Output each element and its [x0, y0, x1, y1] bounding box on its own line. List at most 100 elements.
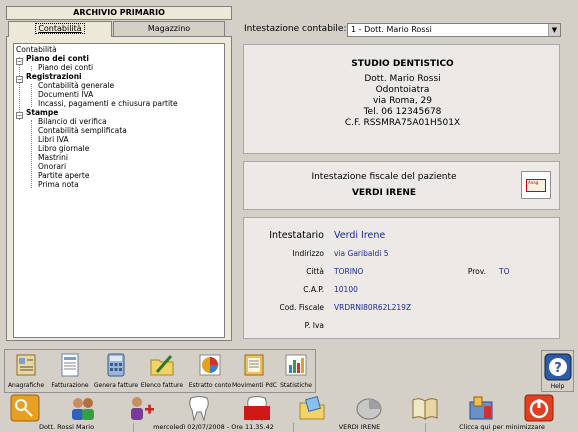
book-icon[interactable]	[410, 394, 440, 422]
expand-icon[interactable]: −	[16, 112, 23, 119]
tree-item-contabilita-generale[interactable]: Contabilità generale	[38, 81, 114, 90]
anagrafiche-button[interactable]: Anagrafiche	[7, 352, 45, 392]
main-toolbar: Anagrafiche Fatturazione Genera fatture …	[4, 349, 316, 393]
id-card-icon: Anag.	[526, 179, 546, 192]
disk-icon[interactable]	[354, 394, 384, 422]
tree-item-mastrini[interactable]: Mastrini	[38, 153, 68, 162]
statistiche-label: Statistiche	[280, 382, 312, 389]
address-book-icon	[16, 354, 36, 376]
key-icon[interactable]	[10, 394, 40, 422]
codfisc-label: Cod. Fiscale	[279, 303, 324, 312]
tree-item-bilancio[interactable]: Bilancio di verifica	[38, 117, 107, 126]
archive-title: ARCHIVIO PRIMARIO	[6, 6, 232, 20]
tab-magazzino[interactable]: Magazzino	[113, 21, 225, 36]
prov-value: TO	[499, 267, 510, 276]
open-folder-icon[interactable]	[298, 394, 328, 422]
elenco-fatture-button[interactable]: Elenco fatture	[139, 352, 185, 392]
status-patient: VERDI IRENE	[294, 423, 426, 432]
citta-value: TORINO	[334, 267, 364, 276]
invoice-icon	[61, 353, 79, 377]
studio-address: via Roma, 29	[372, 96, 432, 106]
cap-value: 10100	[334, 285, 358, 294]
folder-pencil-icon	[150, 355, 174, 376]
intestatario-label: Intestatario	[269, 230, 324, 241]
statistiche-button[interactable]: Statistiche	[277, 352, 315, 392]
studio-card: STUDIO DENTISTICO Dott. Mario Rossi Odon…	[243, 44, 560, 154]
pie-chart-icon	[199, 354, 221, 376]
tree-item-libri-iva[interactable]: Libri IVA	[38, 135, 69, 144]
status-user: Dott. Rossi Mario	[0, 423, 134, 432]
tree-item-documenti-iva[interactable]: Documenti IVA	[38, 90, 93, 99]
movimenti-pdc-label: Movimenti PdC	[232, 382, 277, 389]
patient-card: Intestatario Verdi Irene Indirizzo via G…	[243, 217, 560, 339]
ledger-icon	[244, 354, 264, 376]
id-card-icon-text: Anag.	[528, 180, 540, 185]
accounting-tree: − − − Contabilità Piano dei conti Piano …	[13, 43, 225, 338]
intestazione-value: 1 - Dott. Mario Rossi	[351, 25, 432, 34]
tree-item-contabilita-semplificata[interactable]: Contabilità semplificata	[38, 126, 127, 135]
database-tools-icon[interactable]	[467, 394, 497, 422]
help-button[interactable]: ? Help	[541, 350, 574, 392]
anagrafiche-label: Anagrafiche	[7, 382, 45, 389]
piva-label: P. Iva	[304, 321, 324, 330]
tree-item-partite-aperte[interactable]: Partite aperte	[38, 171, 89, 180]
tooth-chart-icon[interactable]	[242, 394, 272, 422]
intestatario-value: Verdi Irene	[334, 230, 386, 241]
tab-contabilita[interactable]: Contabilità	[8, 21, 112, 37]
tooth-icon[interactable]	[184, 394, 214, 422]
tree-item-stampe[interactable]: Stampe	[26, 108, 58, 117]
tree-item-incassi[interactable]: Incassi, pagamenti e chiusura partite	[38, 99, 178, 108]
intestazione-label: Intestazione contabile:	[244, 24, 347, 34]
indirizzo-value: via Garibaldi 5	[334, 249, 389, 258]
indirizzo-label: Indirizzo	[292, 249, 324, 258]
studio-cf: C.F. RSSMRA75A01H501X	[344, 118, 461, 128]
fiscale-patient-name: VERDI IRENE	[351, 188, 417, 198]
tree-item-registrazioni[interactable]: Registrazioni	[26, 72, 82, 81]
help-icon: ?	[544, 353, 571, 381]
bar-chart-icon	[285, 354, 307, 376]
tree-item-piano-dei-conti[interactable]: Piano dei conti	[26, 54, 89, 63]
add-user-icon[interactable]	[126, 394, 156, 422]
studio-doctor: Dott. Mario Rossi	[364, 74, 441, 84]
power-icon[interactable]	[524, 394, 554, 422]
tree-item-piano-dei-conti-sub[interactable]: Piano dei conti	[38, 63, 93, 72]
help-label: Help	[550, 383, 565, 390]
expand-icon[interactable]: −	[16, 58, 23, 65]
tree-connector	[31, 66, 32, 71]
minimize-link[interactable]: Clicca qui per minimizzare	[426, 423, 578, 432]
fatturazione-button[interactable]: Fatturazione	[51, 352, 89, 392]
genera-fatture-label: Genera fatture	[93, 382, 139, 389]
status-bar: Dott. Rossi Mario mercoledì 02/07/2008 -…	[0, 423, 578, 432]
studio-specialty: Odontoiatra	[375, 85, 430, 95]
studio-phone: Tel. 06 12345678	[363, 107, 442, 117]
tree-item-libro-giornale[interactable]: Libro giornale	[38, 144, 89, 153]
calculator-icon	[107, 353, 125, 377]
genera-fatture-button[interactable]: Genera fatture	[93, 352, 139, 392]
tree-connector	[31, 120, 32, 188]
movimenti-pdc-button[interactable]: Movimenti PdC	[232, 352, 277, 392]
estratto-conto-label: Estratto conto	[188, 382, 232, 389]
status-datetime: mercoledì 02/07/2008 - Ore 11.35.42	[134, 423, 294, 432]
estratto-conto-button[interactable]: Estratto conto	[187, 352, 233, 392]
fiscale-card: Intestazione fiscale del paziente VERDI …	[243, 161, 560, 210]
tree-item-onorari[interactable]: Onorari	[38, 162, 66, 171]
fatturazione-label: Fatturazione	[51, 382, 89, 389]
expand-icon[interactable]: −	[16, 76, 23, 83]
studio-name: STUDIO DENTISTICO	[351, 59, 454, 69]
tree-connector	[19, 57, 20, 120]
fiscale-label: Intestazione fiscale del paziente	[311, 172, 457, 182]
codfisc-value: VRDRNI80R62L219Z	[334, 303, 412, 312]
tree-item-contabilita[interactable]: Contabilità	[16, 45, 57, 54]
citta-label: Città	[306, 267, 324, 276]
anagrafica-card-button[interactable]: Anag.	[521, 171, 551, 199]
tab-contabilita-label: Contabilità	[35, 23, 85, 34]
tree-connector	[31, 84, 32, 107]
elenco-fatture-label: Elenco fatture	[140, 382, 184, 389]
intestazione-select[interactable]: 1 - Dott. Mario Rossi ▼	[347, 23, 561, 37]
users-icon[interactable]	[68, 394, 98, 422]
bottom-icon-bar	[0, 394, 578, 424]
prov-label: Prov.	[467, 267, 486, 276]
chevron-down-icon[interactable]: ▼	[548, 24, 560, 36]
tree-item-prima-nota[interactable]: Prima nota	[38, 180, 79, 189]
cap-label: C.A.P.	[303, 285, 324, 294]
